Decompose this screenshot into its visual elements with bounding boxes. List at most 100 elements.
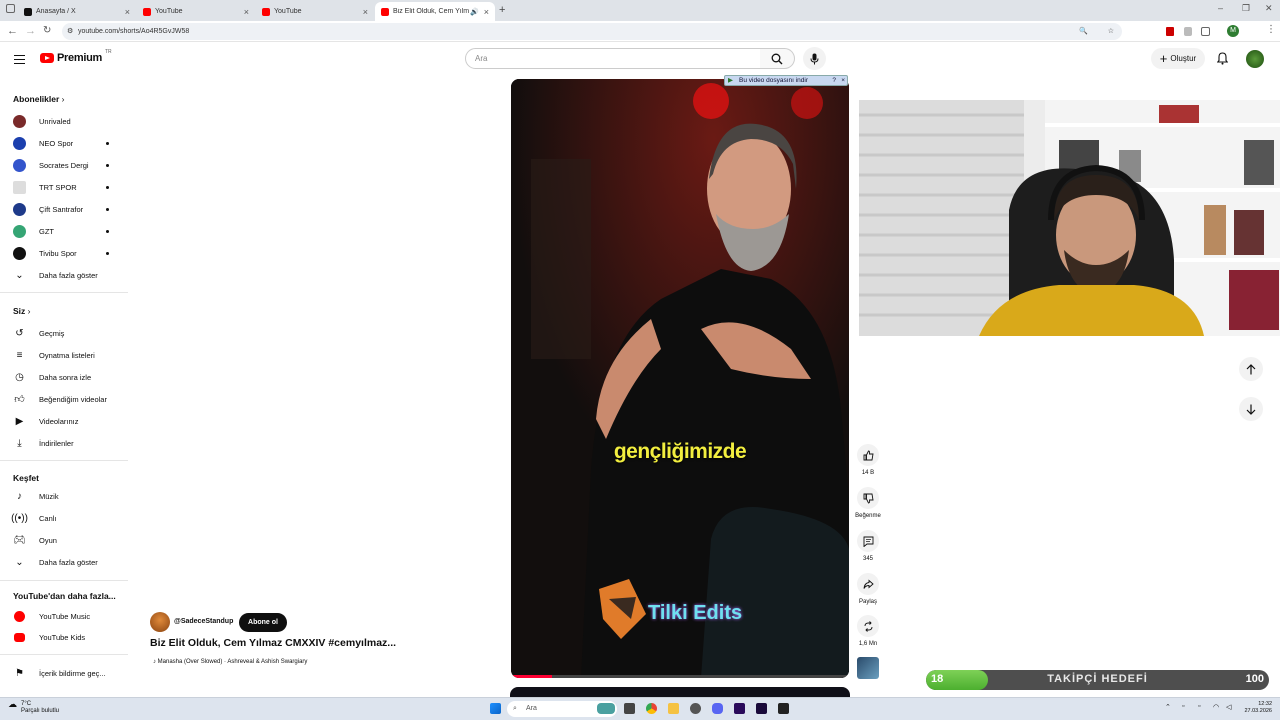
hamburger-menu-icon[interactable] (14, 55, 25, 64)
browser-menu-icon[interactable]: ⋮ (1266, 24, 1276, 35)
tab-youtube-1[interactable]: YouTube × (137, 2, 255, 21)
tray-chevron-icon[interactable]: ⌃ (1165, 703, 1171, 711)
next-short-preview[interactable] (510, 687, 850, 697)
site-info-icon[interactable]: ⚙ (67, 23, 73, 40)
tray-icon[interactable]: ▫ (1198, 703, 1200, 710)
sidebar-item-playlists[interactable]: ≡ Oynatma listeleri (0, 345, 128, 365)
previous-short-button[interactable] (1239, 357, 1263, 381)
sidebar-item-watch-later[interactable]: ◷ Daha sonra izle (0, 367, 128, 387)
shorts-video-player[interactable]: gençliğimizde Tilki Edits (511, 79, 849, 678)
sidebar-item-gzt[interactable]: GZT (0, 221, 128, 241)
bookmark-star-icon[interactable]: ☆ (1108, 23, 1114, 40)
sidebar-item-cift-santrafor[interactable]: Çift Santrafor (0, 199, 128, 219)
tab-search-icon[interactable] (6, 4, 15, 13)
file-explorer-icon[interactable] (668, 703, 679, 714)
close-tab-icon[interactable]: × (244, 7, 249, 17)
you-section-title[interactable]: Siz › (13, 306, 31, 316)
create-button[interactable]: + Oluştur (1151, 48, 1205, 69)
chrome-icon[interactable] (646, 703, 657, 714)
channel-name[interactable]: @SadeceStandup (174, 618, 233, 625)
app-icon[interactable] (690, 703, 701, 714)
video-title[interactable]: Biz Elit Olduk, Cem Yılmaz CMXXIV #cemyı… (150, 637, 396, 649)
premiere-pro-icon[interactable] (734, 703, 745, 714)
tab-x[interactable]: Anasayfa / X × (18, 2, 136, 21)
show-more-explore[interactable]: ⌄ Daha fazla göster (0, 552, 128, 572)
forward-button[interactable]: → (25, 25, 36, 37)
subscribe-button[interactable]: Abone ol (239, 613, 287, 632)
sidebar-item-trt-spor[interactable]: TRT SPOR (0, 177, 128, 197)
sidebar-item-your-videos[interactable]: ▶ Videolarınız (0, 411, 128, 431)
close-tab-icon[interactable]: × (484, 7, 489, 17)
address-bar[interactable]: ⚙ youtube.com/shorts/Ao4R5GvJW58 🔍 ☆ (62, 23, 1122, 40)
subscriptions-section-title[interactable]: Abonelikler › (13, 94, 65, 104)
close-tab-icon[interactable]: × (125, 7, 130, 17)
weather-widget[interactable]: ☁ 7°C Parçalı bulutlu (8, 699, 59, 715)
sidebar-item-music[interactable]: ♪ Müzik (0, 486, 128, 506)
video-frame (511, 79, 849, 678)
sidebar-item-youtube-kids[interactable]: YouTube Kids (0, 627, 128, 647)
volume-icon[interactable]: ◁ (1226, 703, 1231, 711)
sidebar-item-label: YouTube Music (39, 611, 91, 621)
extensions-icon[interactable] (1201, 27, 1210, 36)
shield-extension-icon[interactable] (1184, 27, 1192, 36)
windows-start-icon[interactable] (490, 703, 501, 714)
sidebar-item-liked-videos[interactable]: 👍︎ Beğendiğim videolar (0, 389, 128, 409)
audio-playing-icon[interactable]: 🔊 (470, 8, 479, 16)
video-progress-bar[interactable] (511, 675, 849, 678)
like-button[interactable]: 14 B (856, 444, 880, 476)
sidebar-item-label: İndirilenler (39, 438, 74, 448)
close-window-button[interactable]: ✕ (1265, 3, 1273, 14)
wifi-icon[interactable]: ◠ (1213, 703, 1219, 711)
discord-icon[interactable] (712, 703, 723, 714)
sidebar-item-downloads[interactable]: ⤓ İndirilenler (0, 433, 128, 453)
tab-youtube-2[interactable]: YouTube × (256, 2, 374, 21)
voice-search-button[interactable] (803, 47, 826, 70)
remix-button[interactable]: 1,6 Mn (856, 615, 880, 647)
sidebar-item-socrates-dergi[interactable]: Socrates Dergi (0, 155, 128, 175)
youtube-premium-logo[interactable]: Premium TR (40, 49, 112, 64)
sidebar-item-unrivaled[interactable]: Unrivaled (0, 111, 128, 131)
sidebar-item-label: Videolarınız (39, 416, 79, 426)
sidebar-item-neo-spor[interactable]: NEO Spor (0, 133, 128, 153)
search-input[interactable]: Ara (465, 48, 761, 69)
sound-thumbnail[interactable] (857, 657, 879, 679)
maximize-button[interactable]: ❐ (1242, 3, 1250, 14)
reload-button[interactable]: ↻ (43, 25, 51, 37)
download-video-bar[interactable]: ▶ Bu video dosyasını indir ? × (724, 75, 848, 86)
zoom-icon[interactable]: 🔍 (1079, 23, 1088, 40)
close-icon[interactable]: × (841, 76, 845, 85)
app-icon[interactable] (778, 703, 789, 714)
tray-icon[interactable]: ▫ (1182, 703, 1184, 710)
new-tab-button[interactable]: + (499, 4, 505, 16)
taskbar-clock[interactable]: 12:32 27.03.2026 (1240, 701, 1272, 715)
sidebar-item-youtube-music[interactable]: YouTube Music (0, 606, 128, 626)
comments-button[interactable]: 345 (856, 530, 880, 562)
share-button[interactable]: Paylaş (856, 573, 880, 605)
account-avatar[interactable] (1246, 50, 1264, 68)
music-link[interactable]: ♪ Manasha (Over Slowed) · Ashreveal & As… (153, 659, 307, 665)
after-effects-icon[interactable] (756, 703, 767, 714)
flag-icon: ⚑ (15, 667, 24, 679)
back-button[interactable]: ← (7, 25, 18, 37)
notifications-bell-icon[interactable] (1216, 52, 1229, 70)
task-view-icon[interactable] (624, 703, 635, 714)
sidebar-item-report-history[interactable]: ⚑ İçerik bildirme geç... (0, 663, 128, 683)
sidebar-item-label: İçerik bildirme geç... (39, 668, 106, 678)
sidebar-item-gaming[interactable]: 🎮︎ Oyun (0, 530, 128, 550)
next-short-button[interactable] (1239, 397, 1263, 421)
sidebar-item-live[interactable]: ((•)) Canlı (0, 508, 128, 528)
sidebar-item-tivibu-spor[interactable]: Tivibu Spor (0, 243, 128, 263)
help-icon[interactable]: ? (832, 76, 836, 85)
profile-avatar[interactable]: M (1227, 25, 1239, 37)
cloud-icon: ☁ (8, 699, 17, 709)
channel-avatar[interactable] (150, 612, 170, 632)
channel-avatar (13, 158, 26, 172)
sidebar-item-history[interactable]: ↺ Geçmiş (0, 323, 128, 343)
pdf-extension-icon[interactable] (1166, 27, 1174, 36)
tab-active-video[interactable]: Biz Elit Olduk, Cem Yılmaz 🔊 × (375, 2, 495, 21)
minimize-button[interactable]: – (1218, 3, 1223, 13)
search-button[interactable] (760, 48, 795, 69)
dislike-button[interactable]: Beğenme (855, 487, 881, 519)
close-tab-icon[interactable]: × (363, 7, 368, 17)
show-more-subscriptions[interactable]: ⌄ Daha fazla göster (0, 265, 128, 285)
